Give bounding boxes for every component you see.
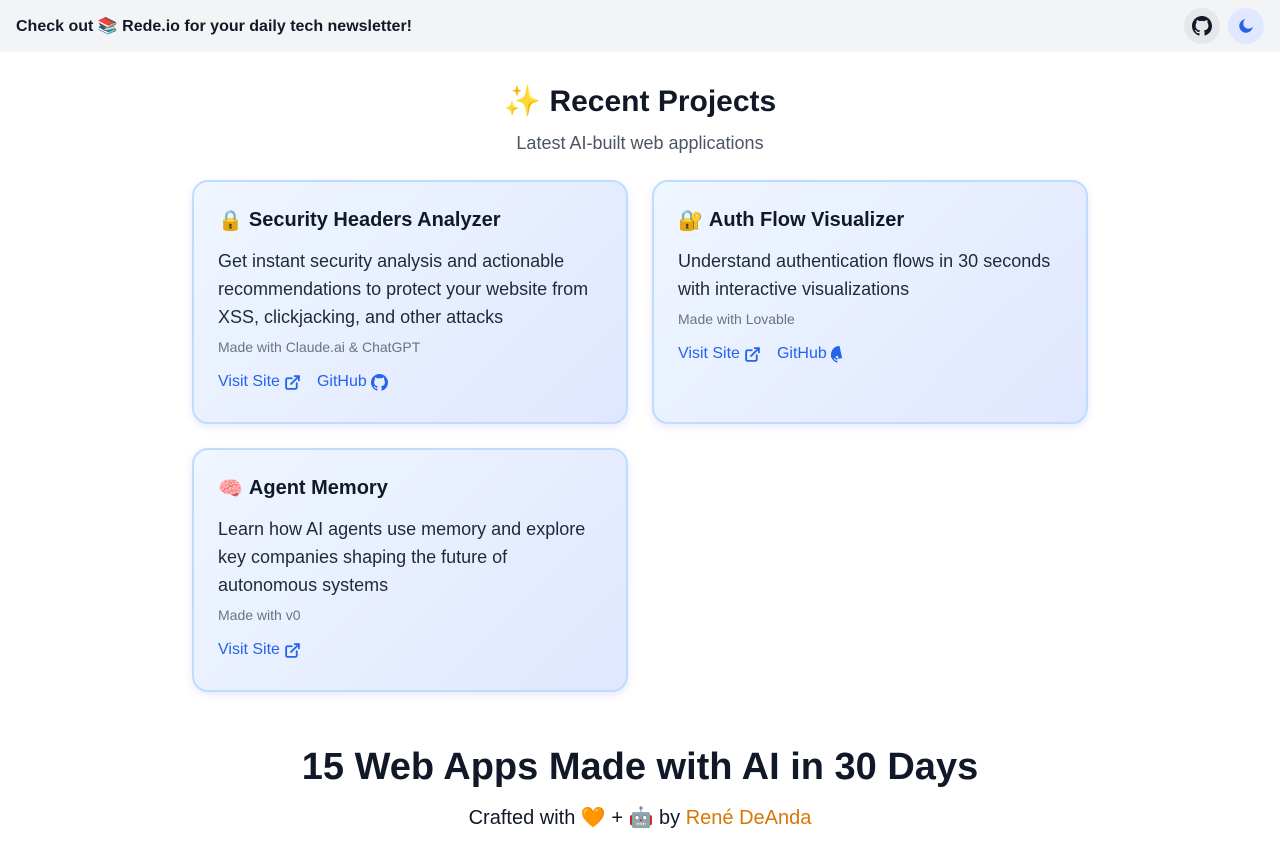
main-content: ✨ Recent Projects Latest AI-built web ap… bbox=[0, 84, 1280, 830]
github-icon bbox=[830, 345, 842, 363]
visit-site-label: Visit Site bbox=[218, 641, 280, 658]
crafted-prefix: Crafted with 🧡 + 🤖 by bbox=[468, 807, 681, 829]
projects-subtitle: Latest AI-built web applications bbox=[516, 133, 764, 153]
project-links: Visit Site bbox=[218, 641, 602, 659]
author-link[interactable]: René DeAnda bbox=[686, 807, 812, 829]
github-button[interactable] bbox=[1184, 8, 1220, 44]
project-title-text: Auth Flow Visualizer bbox=[708, 209, 905, 231]
project-title: 🔒 Security Headers Analyzer bbox=[218, 208, 602, 233]
project-card-agent-memory: 🧠 Agent Memory Learn how AI agents use m… bbox=[192, 448, 628, 692]
project-links: Visit Site GitHub bbox=[678, 345, 1062, 363]
lock-emoji-icon: 🔒 bbox=[218, 210, 243, 232]
project-made-with: Made with Lovable bbox=[678, 311, 795, 327]
project-links: Visit Site GitHub bbox=[218, 373, 602, 391]
page-headline: 15 Web Apps Made with AI in 30 Days bbox=[301, 746, 979, 788]
moon-icon bbox=[1239, 19, 1253, 33]
project-title-text: Agent Memory bbox=[248, 477, 388, 499]
project-card-security-headers: 🔒 Security Headers Analyzer Get instant … bbox=[192, 180, 628, 424]
project-title: 🔐 Auth Flow Visualizer bbox=[678, 208, 1062, 233]
visit-site-link[interactable]: Visit Site bbox=[218, 641, 301, 659]
crafted-by-line: Crafted with 🧡 + 🤖 by René DeAnda bbox=[0, 805, 1280, 830]
external-link-icon bbox=[745, 346, 760, 362]
visit-site-link[interactable]: Visit Site bbox=[218, 373, 301, 391]
github-icon bbox=[1192, 16, 1212, 36]
github-icon bbox=[370, 373, 388, 391]
project-made-with: Made with v0 bbox=[218, 607, 301, 623]
locked-key-emoji-icon: 🔐 bbox=[678, 210, 703, 232]
project-description: Learn how AI agents use memory and explo… bbox=[218, 519, 586, 595]
visit-site-link[interactable]: Visit Site bbox=[678, 345, 761, 363]
github-link[interactable]: GitHub bbox=[317, 373, 388, 391]
visit-site-label: Visit Site bbox=[678, 345, 740, 362]
header-actions bbox=[1184, 8, 1264, 44]
brain-emoji-icon: 🧠 bbox=[218, 478, 243, 500]
project-title-text: Security Headers Analyzer bbox=[248, 209, 501, 231]
theme-toggle-button[interactable] bbox=[1228, 8, 1264, 44]
top-banner: Check out 📚 Rede.io for your daily tech … bbox=[0, 0, 1280, 52]
project-card-auth-flow: 🔐 Auth Flow Visualizer Understand authen… bbox=[652, 180, 1088, 424]
project-made-with: Made with Claude.ai & ChatGPT bbox=[218, 339, 421, 355]
projects-grid: 🔒 Security Headers Analyzer Get instant … bbox=[192, 180, 1088, 692]
project-description: Get instant security analysis and action… bbox=[218, 251, 589, 327]
newsletter-banner-text[interactable]: Check out 📚 Rede.io for your daily tech … bbox=[16, 16, 412, 36]
projects-title: ✨ Recent Projects bbox=[503, 85, 777, 118]
github-link-label: GitHub bbox=[776, 345, 827, 362]
external-link-icon bbox=[285, 642, 300, 658]
github-link-label: GitHub bbox=[316, 373, 367, 390]
external-link-icon bbox=[285, 374, 300, 390]
project-title: 🧠 Agent Memory bbox=[218, 476, 602, 501]
project-description: Understand authentication flows in 30 se… bbox=[678, 251, 1051, 299]
github-link[interactable]: GitHub bbox=[777, 345, 848, 363]
visit-site-label: Visit Site bbox=[218, 373, 280, 390]
